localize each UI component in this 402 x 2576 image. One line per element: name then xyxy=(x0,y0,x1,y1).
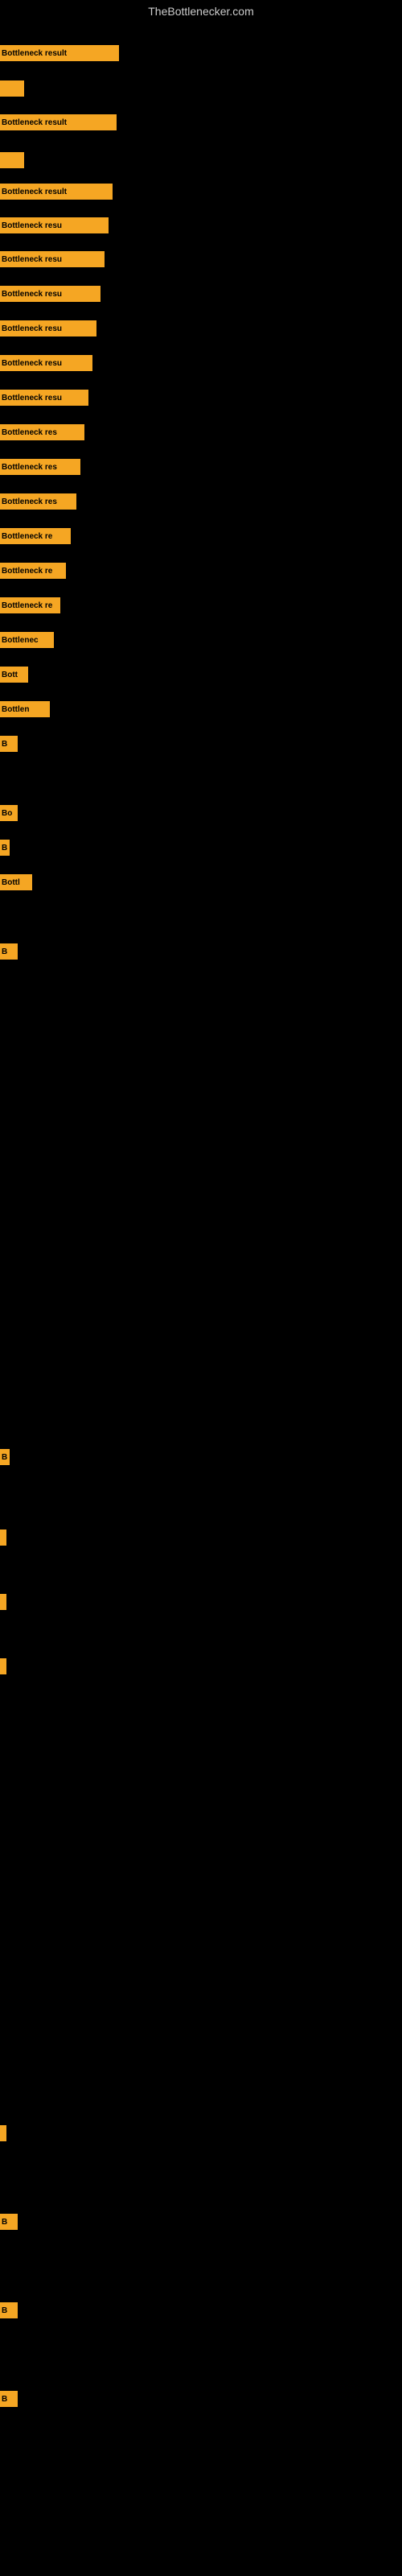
bottleneck-bar-label: Bottl xyxy=(2,878,20,887)
bottleneck-bar: Bottleneck re xyxy=(0,597,60,613)
bottleneck-bar-label: Bottleneck re xyxy=(2,532,52,541)
bottleneck-bar: Bottleneck resu xyxy=(0,390,88,406)
bottleneck-bar: Bottleneck res xyxy=(0,493,76,510)
bottleneck-bar-label: B xyxy=(2,844,7,852)
bottleneck-bar-label: Bottleneck res xyxy=(2,428,57,437)
bottleneck-bar-label: Bottleneck resu xyxy=(2,221,62,230)
bottleneck-bar: B xyxy=(0,736,18,752)
bottleneck-bar: B xyxy=(0,2302,18,2318)
bottleneck-bar-label: B xyxy=(2,2395,7,2404)
bottleneck-bar-label: Bo xyxy=(2,809,12,818)
bottleneck-bar xyxy=(0,1658,6,1674)
bottleneck-bar: Bottleneck res xyxy=(0,424,84,440)
bottleneck-bar-label: B xyxy=(2,740,7,749)
bottleneck-bar-label: Bottleneck resu xyxy=(2,394,62,402)
bottleneck-bar-label: Bottleneck re xyxy=(2,601,52,610)
bottleneck-bar: Bottleneck result xyxy=(0,114,117,130)
bottleneck-bar: Bottleneck result xyxy=(0,45,119,61)
bottleneck-bar: Bottleneck res xyxy=(0,459,80,475)
bottleneck-bar xyxy=(0,2125,6,2141)
bottleneck-bar-label: B xyxy=(2,2218,7,2227)
bottleneck-bar-label: Bottleneck resu xyxy=(2,324,62,333)
bottleneck-bar: B xyxy=(0,2214,18,2230)
bottleneck-bar-label: B xyxy=(2,947,7,956)
bottleneck-bar: Bo xyxy=(0,805,18,821)
bottleneck-bar-label: B xyxy=(2,1453,7,1462)
bottleneck-bar-label: Bottleneck resu xyxy=(2,255,62,264)
bottleneck-bar-label: Bottleneck result xyxy=(2,188,67,196)
bottleneck-bar: Bott xyxy=(0,667,28,683)
bottleneck-bar-label: B xyxy=(2,2306,7,2315)
bottleneck-bar-label: Bottleneck res xyxy=(2,497,57,506)
bottleneck-bar: Bottleneck resu xyxy=(0,355,92,371)
bottleneck-bar: Bottl xyxy=(0,874,32,890)
bottleneck-bar xyxy=(0,152,24,168)
bottleneck-bar: B xyxy=(0,943,18,960)
bottleneck-bar: B xyxy=(0,2391,18,2407)
bottleneck-bar: Bottleneck re xyxy=(0,528,71,544)
bottleneck-bar-label: Bottleneck result xyxy=(2,118,67,127)
bottleneck-bar: Bottleneck resu xyxy=(0,286,100,302)
bottleneck-bar: Bottleneck re xyxy=(0,563,66,579)
site-title: TheBottlenecker.com xyxy=(0,2,402,21)
bottleneck-bar xyxy=(0,1530,6,1546)
bottleneck-bar: Bottleneck result xyxy=(0,184,113,200)
bottleneck-bar-label: Bottlenec xyxy=(2,636,39,645)
bottleneck-bar xyxy=(0,1594,6,1610)
bottleneck-bar: B xyxy=(0,840,10,856)
bottleneck-bar: Bottleneck resu xyxy=(0,217,109,233)
bottleneck-bar-label: Bottlen xyxy=(2,705,29,714)
bottleneck-bar-label: Bott xyxy=(2,671,18,679)
bottleneck-bar: Bottleneck resu xyxy=(0,251,105,267)
bottleneck-bar: Bottlenec xyxy=(0,632,54,648)
bottleneck-bar-label: Bottleneck resu xyxy=(2,290,62,299)
bottleneck-bar-label: Bottleneck res xyxy=(2,463,57,472)
bottleneck-bar xyxy=(0,80,24,97)
bottleneck-bar-label: Bottleneck result xyxy=(2,49,67,58)
bottleneck-bar: Bottlen xyxy=(0,701,50,717)
bottleneck-bar-label: Bottleneck resu xyxy=(2,359,62,368)
bottleneck-bar: B xyxy=(0,1449,10,1465)
bottleneck-bar: Bottleneck resu xyxy=(0,320,96,336)
bottleneck-bar-label: Bottleneck re xyxy=(2,567,52,576)
